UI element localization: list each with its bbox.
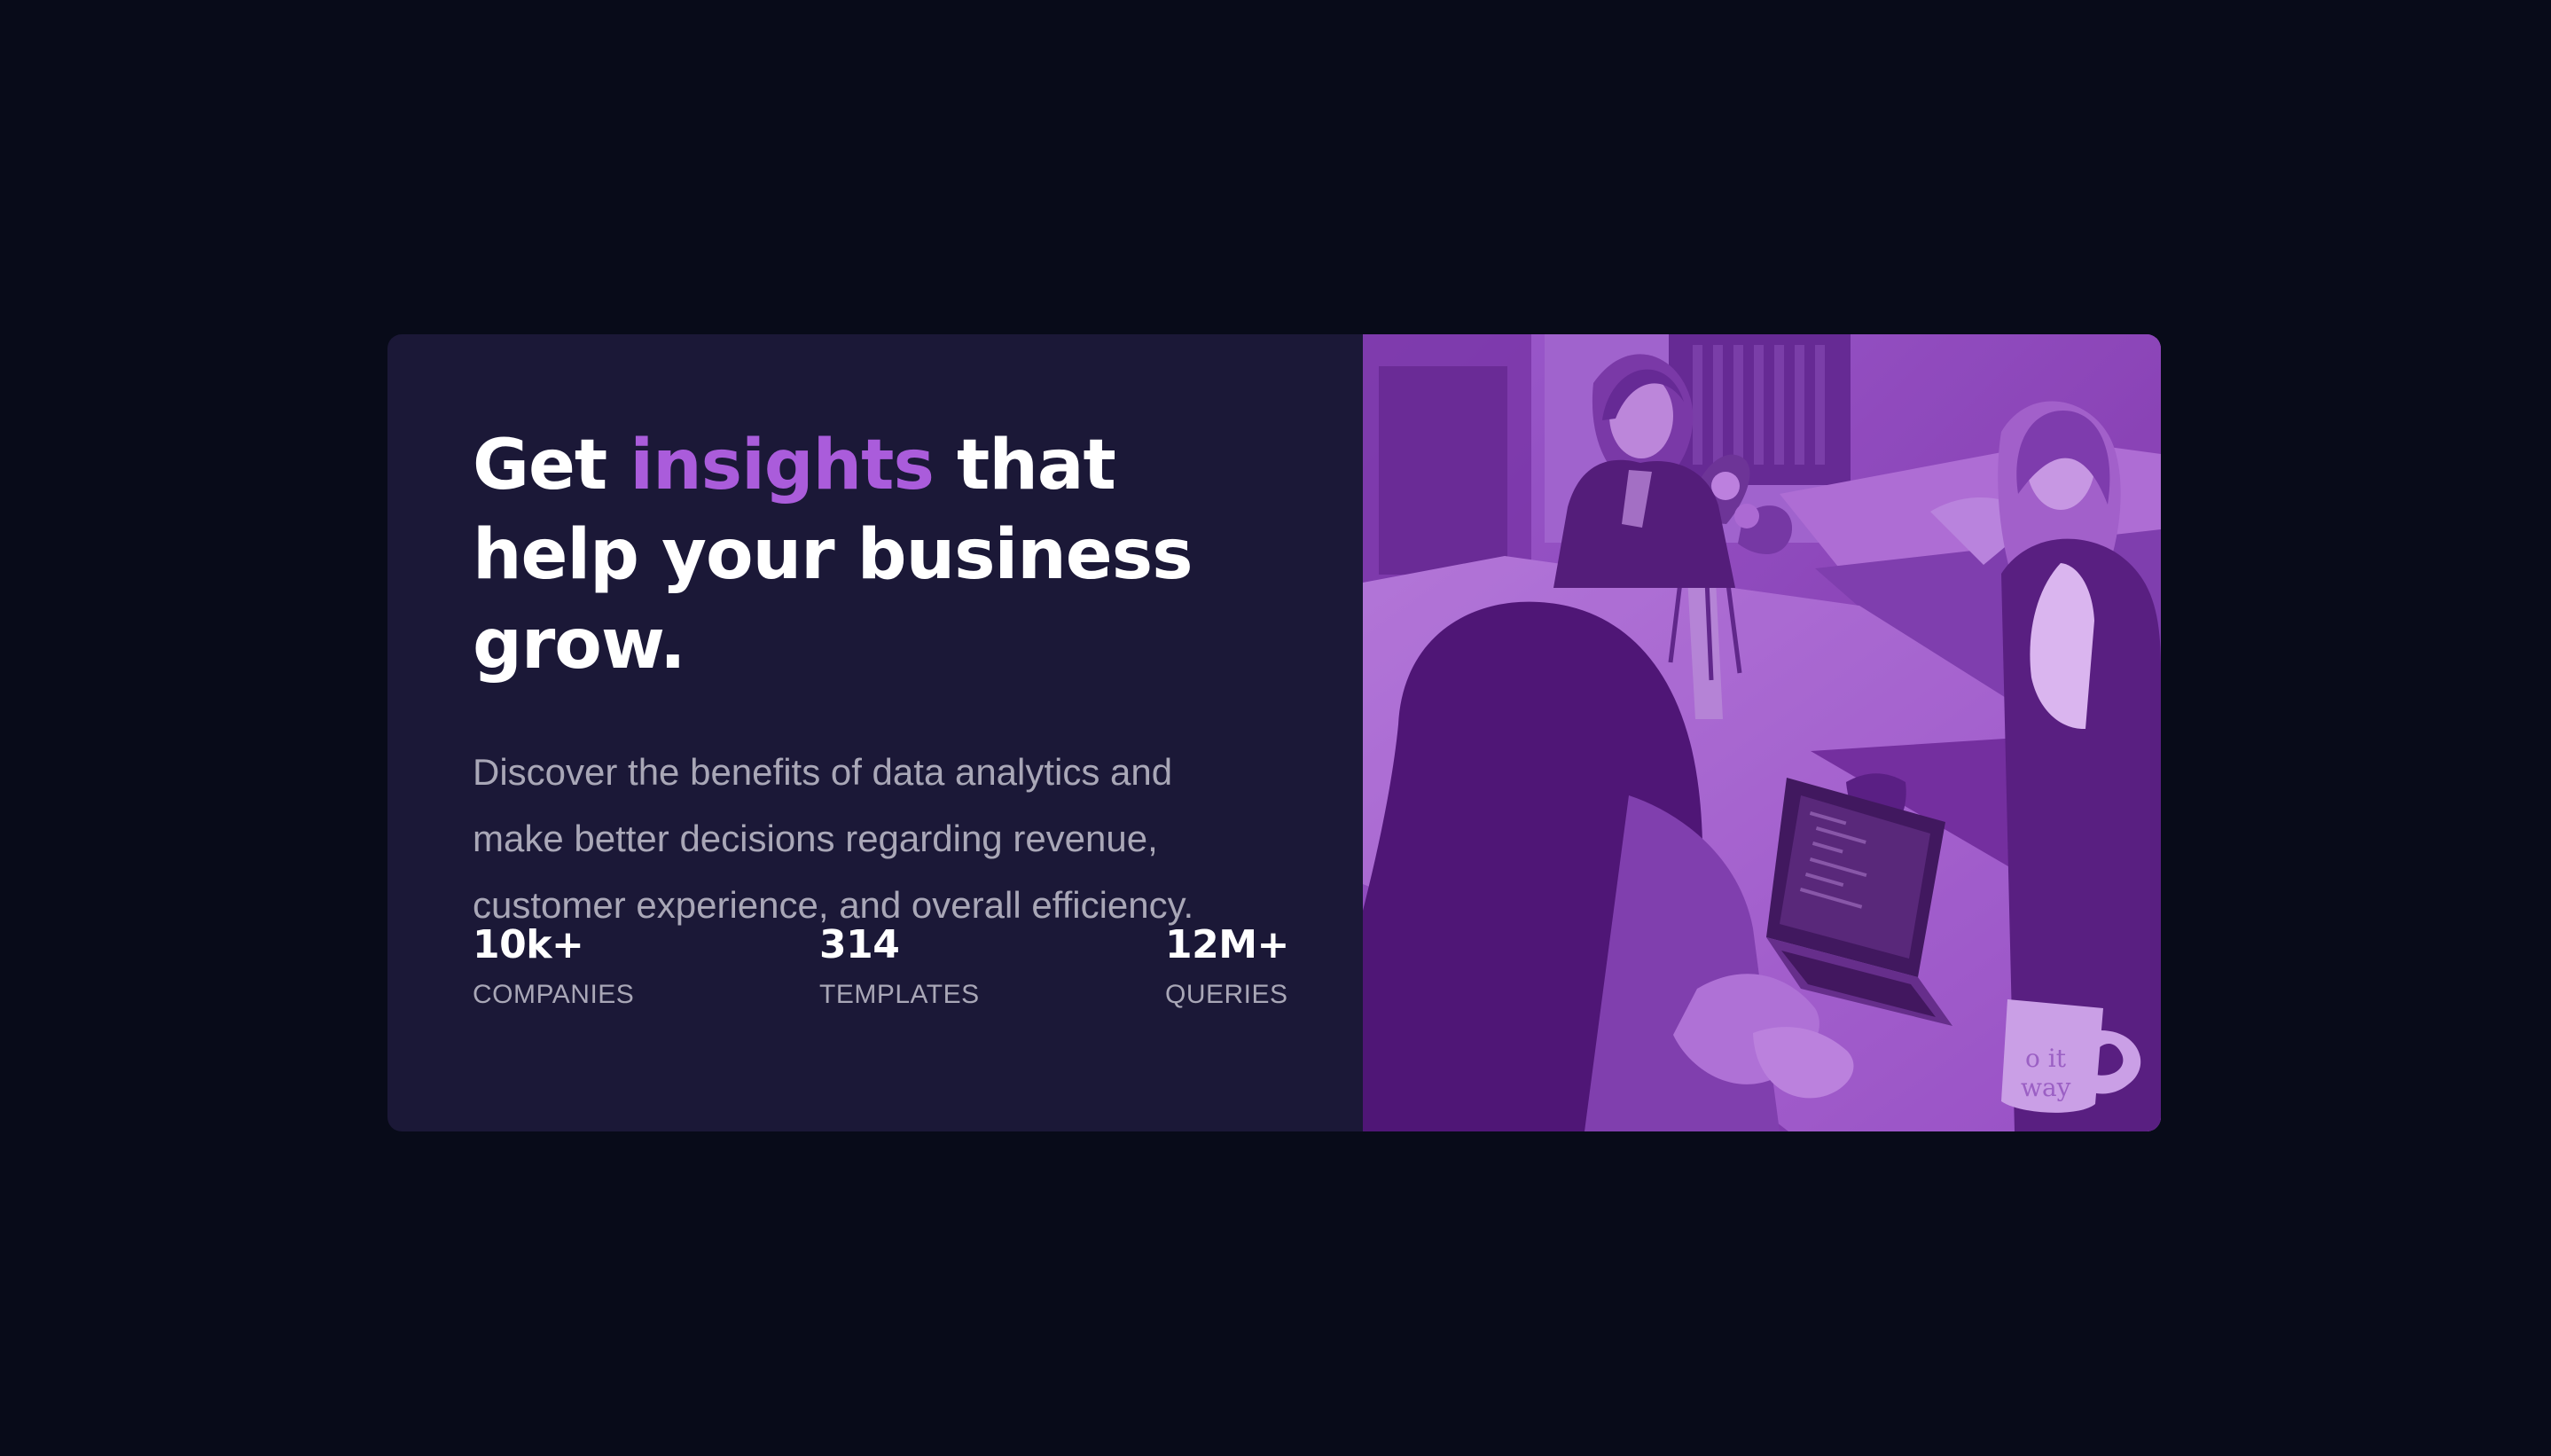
stat-label: TEMPLATES xyxy=(819,980,980,1009)
stat-templates: 314 TEMPLATES xyxy=(819,922,980,1013)
team-photo: o it way xyxy=(1363,334,2161,1131)
stat-value: 314 xyxy=(819,922,900,967)
headline-prefix: Get xyxy=(473,426,630,505)
stat-value: 12M+ xyxy=(1165,922,1289,967)
team-photo-illustration: o it way xyxy=(1363,334,2161,1131)
stat-queries: 12M+ QUERIES xyxy=(1165,922,1289,1013)
stats-preview-card: Get insights that help your business gro… xyxy=(387,334,2161,1131)
stat-label: QUERIES xyxy=(1165,980,1288,1009)
description: Discover the benefits of data analytics … xyxy=(473,751,1194,926)
stat-companies: 10k+ COMPANIES xyxy=(473,922,634,1013)
headline: Get insights that help your business gro… xyxy=(473,421,1271,690)
stat-label: COMPANIES xyxy=(473,980,635,1009)
stats-list: 10k+ COMPANIES 314 TEMPLATES 12M+ QUERIE… xyxy=(473,922,1324,1029)
headline-accent: insights xyxy=(630,426,935,505)
card-content: Get insights that help your business gro… xyxy=(387,334,1363,1131)
stat-value: 10k+ xyxy=(473,922,584,967)
